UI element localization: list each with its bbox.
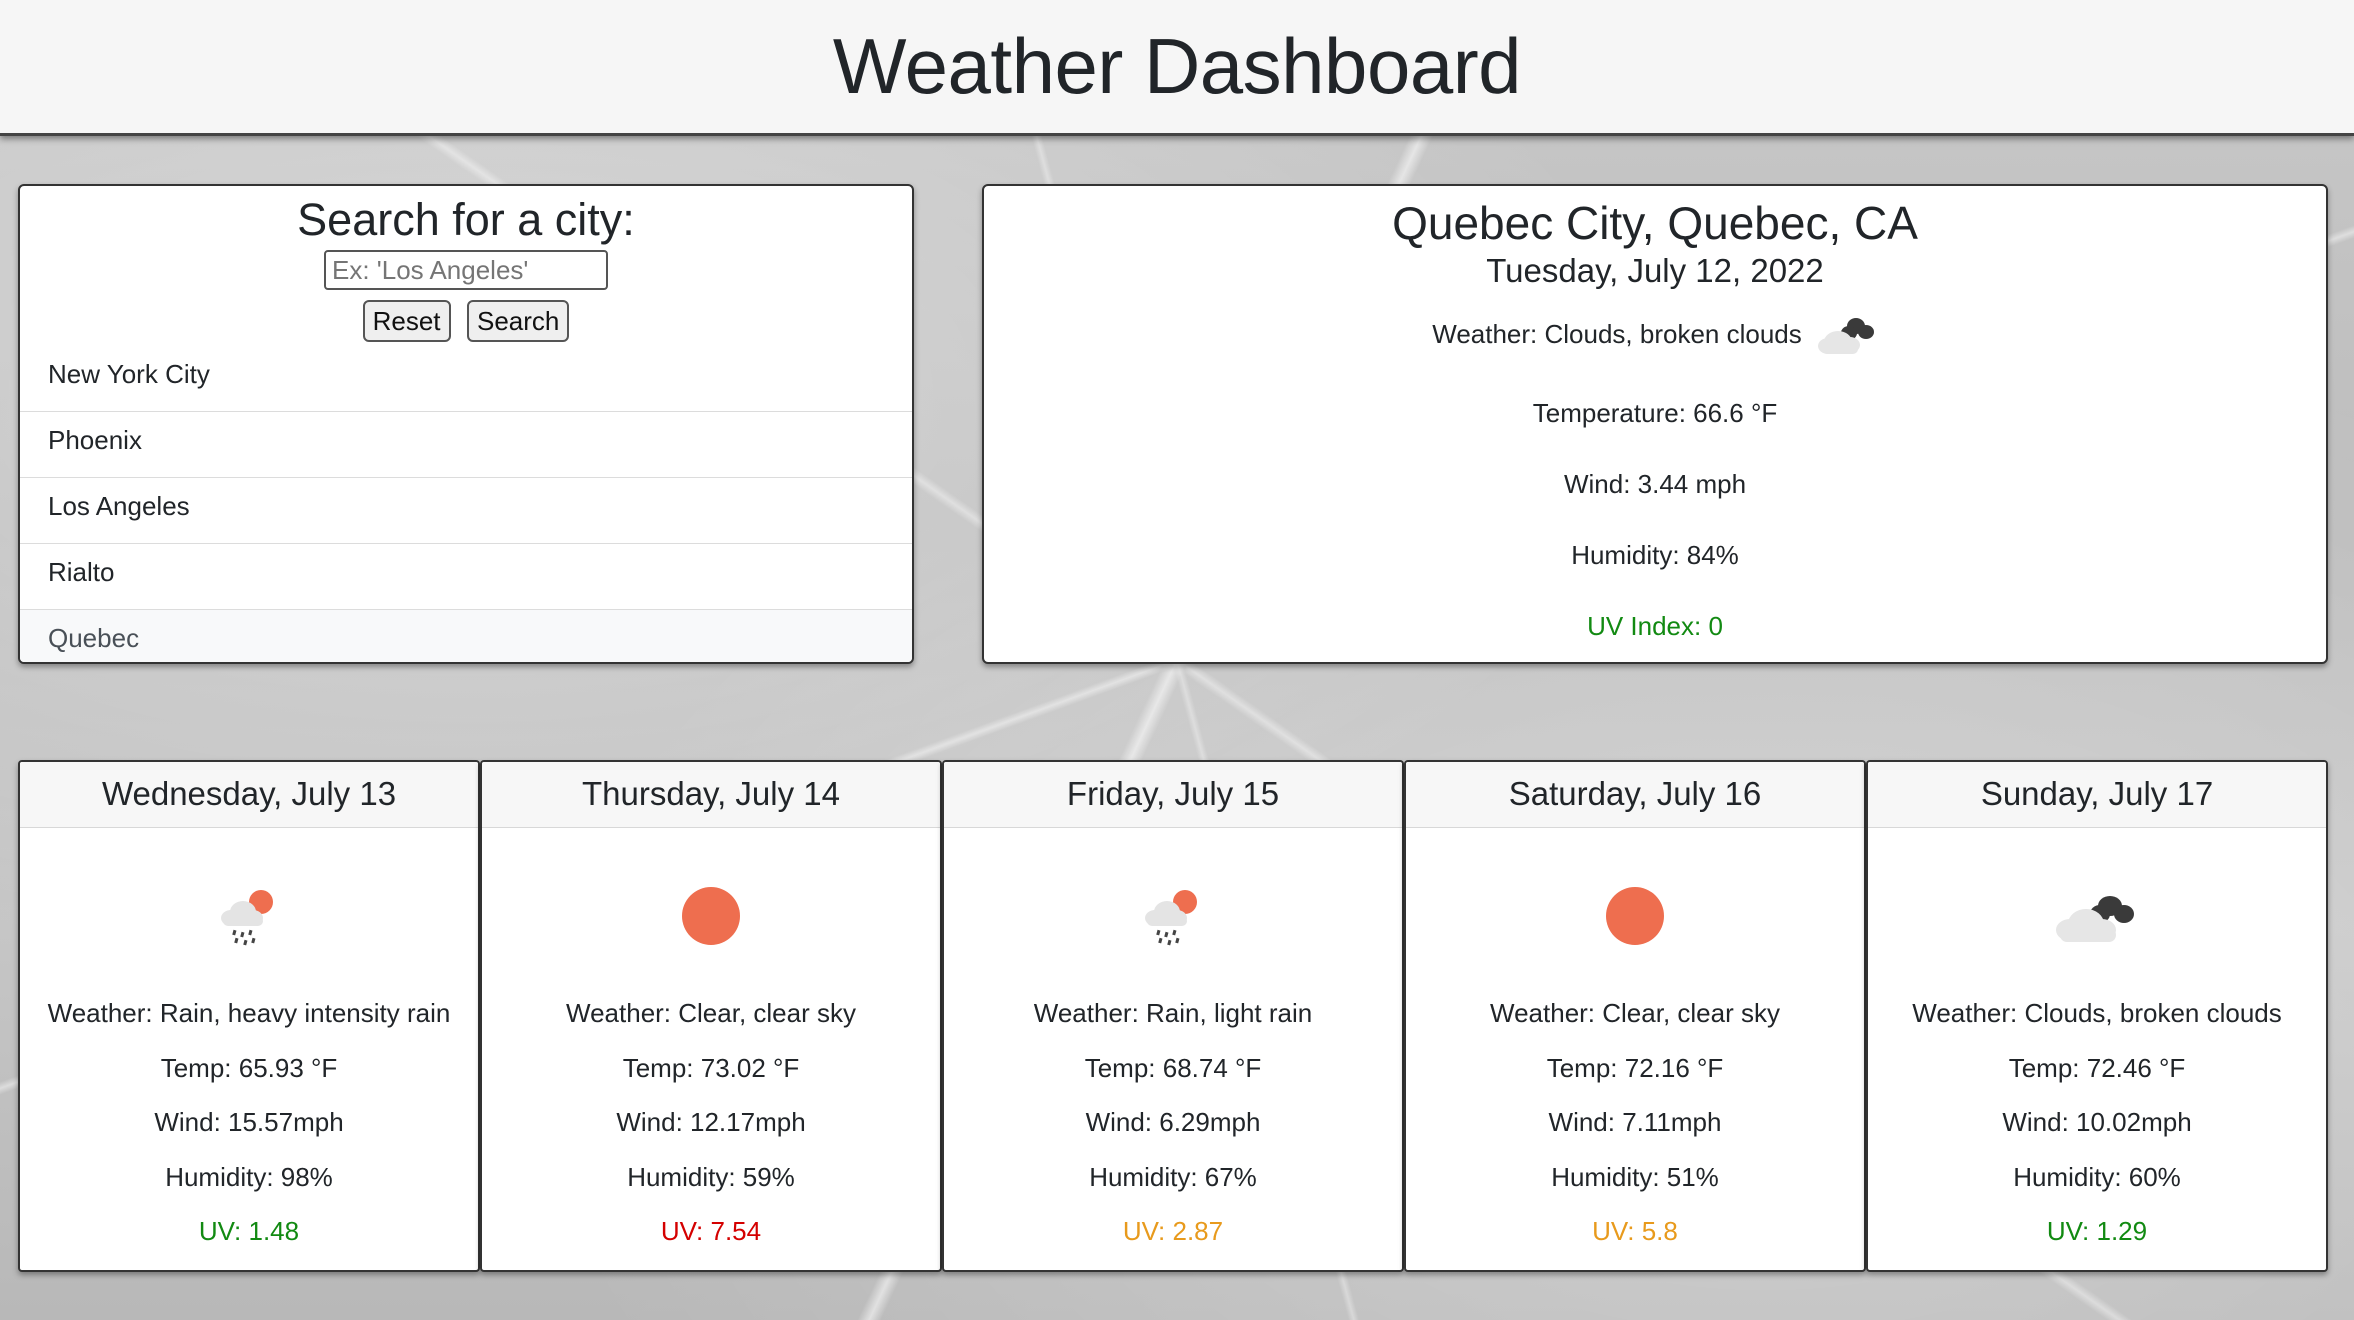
broken-clouds-icon [1816,312,1878,356]
forecast-weather: Weather: Rain, light rain [1033,998,1313,1028]
forecast-card-day-2: Thursday, July 14 Weather: Clear, clear … [480,760,942,1272]
history-item-quebec[interactable]: Quebec [20,610,912,662]
forecast-humidity: Humidity: 98% [165,1161,333,1192]
forecast-weather: Weather: Clouds, broken clouds [1912,998,2282,1028]
forecast-day: Friday, July 15 [944,762,1402,828]
forecast-uv: UV: 1.29 [2046,1216,2148,1246]
current-city-name: Quebec City, Quebec, CA [1392,197,1918,249]
current-humidity: Humidity: 84% [1571,540,1739,570]
forecast-day: Sunday, July 17 [1868,762,2326,828]
forecast-card-day-4: Saturday, July 16 Weather: Clear, clear … [1404,760,1866,1272]
forecast-weather: Weather: Rain, heavy intensity rain [47,998,451,1028]
history-item-phoenix[interactable]: Phoenix [20,412,912,478]
rain-sun-icon [20,846,478,986]
sun-icon [1406,846,1864,986]
forecast-day: Wednesday, July 13 [20,762,478,828]
forecast-temp: Temp: 72.46 °F [2008,1052,2186,1083]
forecast-card-day-1: Wednesday, July 13 Weather: Rain, heavy … [18,760,480,1272]
forecast-day: Saturday, July 16 [1406,762,1864,828]
forecast-humidity: Humidity: 67% [1089,1161,1257,1192]
page-header: Weather Dashboard [0,0,2354,136]
forecast-temp: Temp: 72.16 °F [1546,1052,1724,1083]
forecast-card-day-3: Friday, July 15 Weather: Rain, light rai… [942,760,1404,1272]
forecast-humidity: Humidity: 60% [2013,1161,2181,1192]
search-history-list: New York City Phoenix Los Angeles Rialto… [20,346,912,662]
forecast-uv: UV: 1.48 [198,1216,300,1246]
forecast-day: Thursday, July 14 [482,762,940,828]
history-item-los-angeles[interactable]: Los Angeles [20,478,912,544]
history-item-rialto[interactable]: Rialto [20,544,912,610]
broken-clouds-icon [1868,846,2326,986]
forecast-humidity: Humidity: 59% [627,1161,795,1192]
forecast-weather: Weather: Clear, clear sky [566,998,856,1028]
search-title: Search for a city: [297,194,635,245]
search-button[interactable]: Search [466,300,570,342]
search-panel: Search for a city: Reset Search New York… [18,184,914,664]
current-wind: Wind: 3.44 mph [1563,469,1747,499]
reset-button[interactable]: Reset [362,300,451,342]
current-temperature: Temperature: 66.6 °F [1532,398,1778,428]
forecast-wind: Wind: 12.17mph [616,1107,806,1137]
page-title: Weather Dashboard [832,22,1522,110]
forecast-wind: Wind: 6.29mph [1085,1107,1261,1137]
history-item-new-york-city[interactable]: New York City [20,346,912,412]
forecast-uv: UV: 5.8 [1592,1216,1678,1246]
sun-icon [482,846,940,986]
forecast-card-day-5: Sunday, July 17 Weather: Clouds, broken … [1866,760,2328,1272]
current-date: Tuesday, July 12, 2022 [1486,252,1824,289]
forecast-temp: Temp: 68.74 °F [1084,1052,1262,1083]
forecast-wind: Wind: 10.02mph [2002,1107,2192,1137]
forecast-uv: UV: 2.87 [1122,1216,1224,1246]
current-weather-panel: Quebec City, Quebec, CA Tuesday, July 12… [982,184,2328,664]
forecast-temp: Temp: 73.02 °F [622,1052,800,1083]
forecast-temp: Temp: 65.93 °F [160,1052,338,1083]
forecast-uv: UV: 7.54 [660,1216,762,1246]
forecast-humidity: Humidity: 51% [1551,1161,1719,1192]
forecast-weather: Weather: Clear, clear sky [1490,998,1780,1028]
current-uv-index: UV Index: 0 [1587,611,1723,641]
current-weather-description: Weather: Clouds, broken clouds [1432,318,1802,349]
forecast-wind: Wind: 7.11mph [1548,1107,1722,1137]
rain-sun-icon [944,846,1402,986]
forecast-wind: Wind: 15.57mph [154,1107,344,1137]
city-search-input[interactable] [324,250,608,290]
